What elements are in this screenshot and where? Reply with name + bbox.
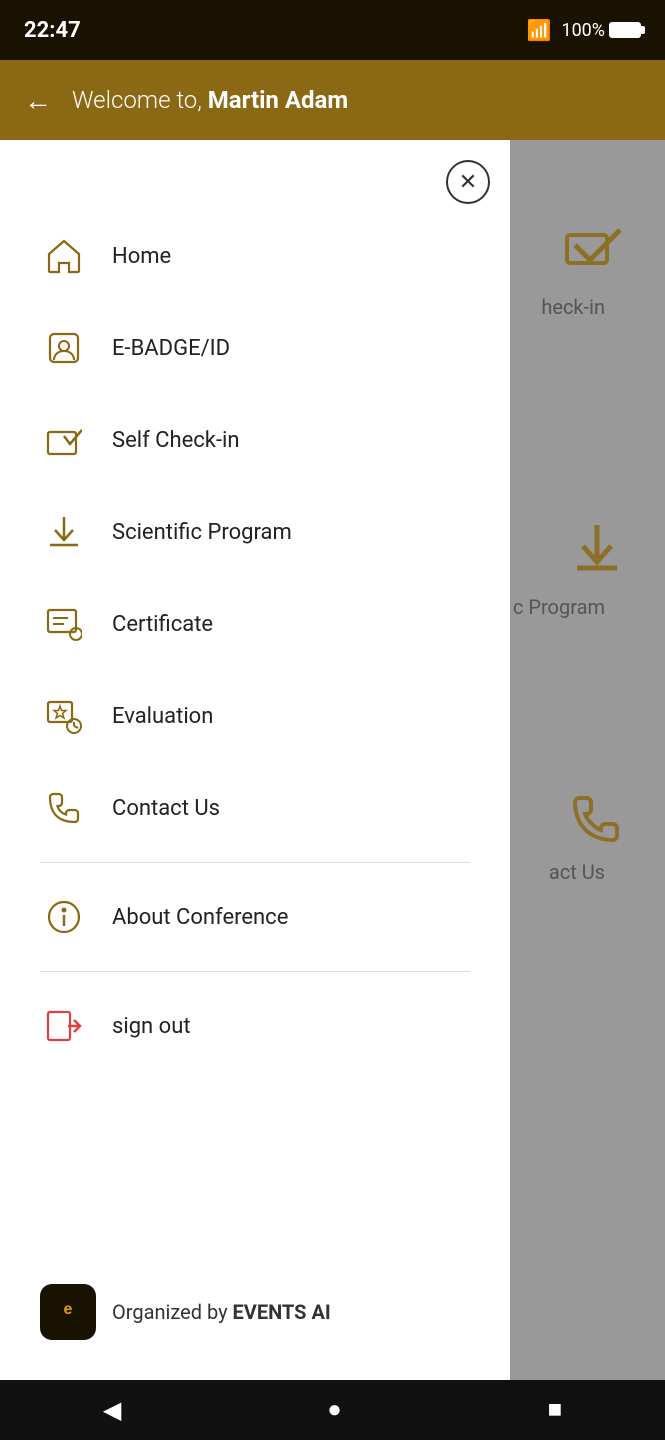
nav-home-button[interactable]: ●: [307, 1386, 362, 1434]
menu-item-ebadge[interactable]: E-BADGE/ID: [0, 302, 510, 394]
home-label: Home: [112, 244, 171, 269]
bg-checkin-icon: [565, 220, 625, 282]
contactus-label: Contact Us: [112, 796, 220, 821]
menu-item-selfcheckin[interactable]: Self Check-in: [0, 394, 510, 486]
bg-checkin-text: heck-in: [541, 295, 605, 319]
time-display: 22:47: [24, 18, 81, 43]
close-icon: ✕: [459, 171, 477, 193]
nav-bar: ◀ ● ■: [0, 1380, 665, 1440]
menu-list: Home E-BADGE/ID Self Check-in: [0, 140, 510, 1254]
menu-item-certificate[interactable]: Certificate: [0, 578, 510, 670]
scientificprogram-label: Scientific Program: [112, 520, 292, 545]
back-button[interactable]: ←: [24, 84, 52, 117]
battery-pct: 100%: [561, 20, 605, 41]
org-logo: e: [40, 1284, 96, 1340]
status-icons: 📶 100%: [527, 18, 641, 42]
battery-icon: [609, 22, 641, 38]
org-text: Organized by EVENTS AI: [112, 1300, 331, 1324]
bg-program-text: c Program: [513, 595, 605, 619]
info-icon: [40, 893, 88, 941]
menu-item-scientificprogram[interactable]: Scientific Program: [0, 486, 510, 578]
signout-label: sign out: [112, 1014, 191, 1039]
menu-item-contactus[interactable]: Contact Us: [0, 762, 510, 854]
menu-item-evaluation[interactable]: Evaluation: [0, 670, 510, 762]
selfcheckin-label: Self Check-in: [112, 428, 240, 453]
nav-recents-button[interactable]: ■: [528, 1386, 583, 1434]
ebadge-label: E-BADGE/ID: [112, 336, 230, 361]
download-icon: [40, 508, 88, 556]
header: ← Welcome to, Martin Adam: [0, 60, 665, 140]
status-bar: 22:47 📶 100%: [0, 0, 665, 60]
evaluation-label: Evaluation: [112, 704, 213, 729]
divider-1: [40, 862, 470, 863]
bg-contact-icon: [569, 790, 625, 858]
divider-2: [40, 971, 470, 972]
badge-icon: [40, 324, 88, 372]
nav-back-button[interactable]: ◀: [83, 1386, 141, 1435]
menu-item-home[interactable]: Home: [0, 210, 510, 302]
svg-text:e: e: [64, 1301, 73, 1318]
bg-contact-text: act Us: [549, 860, 605, 884]
evaluation-icon: [40, 692, 88, 740]
header-title: Welcome to, Martin Adam: [72, 86, 348, 114]
drawer-footer: e Organized by EVENTS AI: [0, 1254, 510, 1380]
wifi-icon: 📶: [527, 18, 552, 42]
menu-item-about[interactable]: About Conference: [0, 871, 510, 963]
certificate-icon: [40, 600, 88, 648]
menu-item-signout[interactable]: sign out: [0, 980, 510, 1072]
home-icon: [40, 232, 88, 280]
checkin-icon: [40, 416, 88, 464]
battery-container: 100%: [561, 20, 641, 41]
about-label: About Conference: [112, 905, 288, 930]
certificate-label: Certificate: [112, 612, 213, 637]
bg-program-icon: [569, 520, 625, 588]
signout-icon: [40, 1002, 88, 1050]
close-drawer-button[interactable]: ✕: [446, 160, 490, 204]
side-drawer: ✕ Home E-BADGE/ID: [0, 140, 510, 1380]
phone-icon: [40, 784, 88, 832]
